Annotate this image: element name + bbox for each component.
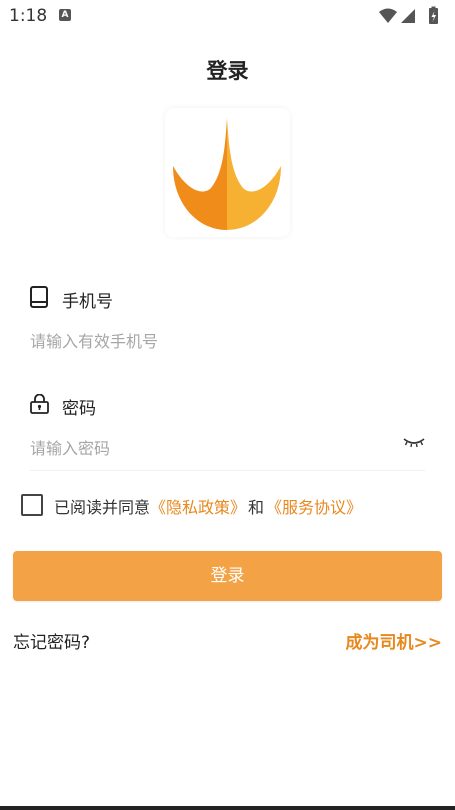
lock-icon bbox=[30, 394, 49, 414]
status-bar: 1:18 A bbox=[0, 0, 455, 32]
wifi-icon bbox=[379, 8, 397, 23]
signal-icon bbox=[401, 9, 415, 23]
app-logo bbox=[165, 108, 290, 237]
system-icons bbox=[377, 6, 447, 26]
battery-icon bbox=[429, 6, 438, 24]
password-input[interactable]: 请输入密码 bbox=[30, 435, 110, 459]
password-divider bbox=[30, 470, 425, 471]
privacy-policy-link[interactable]: 《隐私政策》 bbox=[150, 498, 246, 517]
phone-label: 手机号 bbox=[62, 292, 113, 312]
agreement-conjunction: 和 bbox=[248, 498, 265, 517]
password-label: 密码 bbox=[62, 399, 96, 419]
flame-logo-icon bbox=[173, 118, 281, 230]
forgot-password-link[interactable]: 忘记密码? bbox=[13, 628, 90, 653]
phone-input[interactable]: 请输入有效手机号 bbox=[30, 328, 158, 352]
bottom-edge bbox=[0, 806, 455, 810]
agree-checkbox[interactable] bbox=[21, 494, 43, 516]
status-time: 1:18 bbox=[9, 6, 48, 26]
service-agreement-link[interactable]: 《服务协议》 bbox=[266, 498, 362, 517]
sim-badge-icon: A bbox=[59, 9, 71, 21]
phone-icon bbox=[30, 286, 48, 308]
agreement-text: 已阅读并同意《隐私政策》和《服务协议》 bbox=[54, 494, 362, 518]
login-button[interactable]: 登录 bbox=[13, 551, 442, 601]
agreement-prefix: 已阅读并同意 bbox=[54, 498, 151, 517]
agreement-row: 已阅读并同意《隐私政策》和《服务协议》 bbox=[21, 492, 441, 518]
become-driver-link[interactable]: 成为司机>> bbox=[346, 628, 443, 653]
eye-closed-icon[interactable] bbox=[403, 436, 425, 448]
page-title: 登录 bbox=[206, 59, 249, 83]
